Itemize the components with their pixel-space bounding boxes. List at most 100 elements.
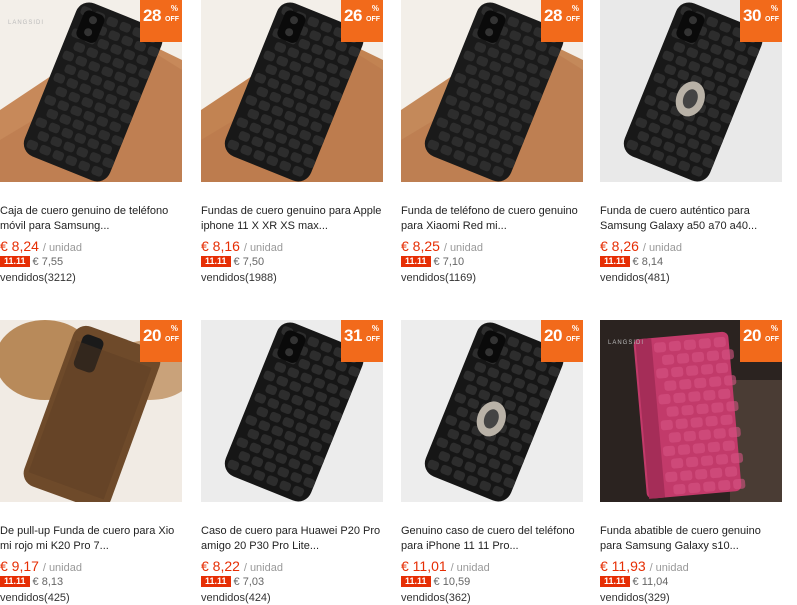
promo-price: € 7,10 [433,256,465,268]
discount-badge: 31% OFF [341,320,383,362]
discount-badge: 28% OFF [140,0,182,42]
promo-tag: 11.11 [0,576,30,587]
discount-value: 28 [143,6,161,25]
promo-price: € 7,55 [32,256,64,268]
unit-label: / unidad [243,562,283,574]
off-label: OFF [566,336,580,343]
promo-tag: 11.11 [201,576,231,587]
percent-symbol: % [770,324,778,333]
product-title-link[interactable]: Funda abatible de cuero genuino para Sam… [600,524,782,554]
price-row: € 11,01 / unidad [401,558,490,576]
discount-value: 28 [544,6,562,25]
product-image[interactable]: 30% OFF [600,0,782,182]
product-image[interactable]: 28% OFF [401,0,583,182]
percent-symbol: % [571,4,579,13]
off-label: OFF [366,336,380,343]
price: € 11,01 [401,558,447,574]
product-image[interactable]: 20% OFF [0,320,182,502]
product-image[interactable]: 31% OFF [201,320,383,502]
sold-count: vendidos(425) [0,592,70,604]
discount-value: 31 [344,326,362,345]
price-row: € 8,22 / unidad [201,558,283,576]
product-title-link[interactable]: Funda de cuero auténtico para Samsung Ga… [600,204,782,234]
discount-badge: 20% OFF [140,320,182,362]
discount-badge: 28% OFF [541,0,583,42]
unit-label: / unidad [243,242,283,254]
price: € 9,17 [0,558,39,574]
promo-tag: 11.11 [600,576,630,587]
percent-symbol: % [770,4,778,13]
promo-price: € 7,50 [233,256,265,268]
promo-row: 11.11 € 7,50 [201,255,264,269]
price-row: € 8,25 / unidad [401,238,483,256]
off-label: OFF [765,336,779,343]
promo-price: € 10,59 [433,576,471,588]
off-label: OFF [566,16,580,23]
product-image[interactable]: LANGSIDI 20% OFF [600,320,782,502]
price-row: € 8,26 / unidad [600,238,682,256]
promo-row: 11.11 € 7,10 [401,255,464,269]
off-label: OFF [366,16,380,23]
promo-tag: 11.11 [600,256,630,267]
product-title-link[interactable]: Fundas de cuero genuino para Apple iphon… [201,204,383,234]
discount-value: 30 [743,6,761,25]
unit-label: / unidad [642,242,682,254]
promo-price: € 11,04 [632,576,669,588]
off-label: OFF [165,16,179,23]
brand-watermark: LANGSIDI [8,20,45,26]
price: € 8,26 [600,238,639,254]
unit-label: / unidad [42,242,82,254]
percent-symbol: % [571,324,579,333]
price-row: € 9,17 / unidad [0,558,82,576]
promo-row: 11.11 € 11,04 [600,575,668,589]
promo-tag: 11.11 [201,256,231,267]
product-image[interactable]: 26% OFF [201,0,383,182]
percent-symbol: % [170,4,178,13]
unit-label: / unidad [450,562,490,574]
off-label: OFF [165,336,179,343]
promo-row: 11.11 € 7,03 [201,575,264,589]
brand-watermark: LANGSIDI [608,340,645,346]
promo-row: 11.11 € 10,59 [401,575,470,589]
product-title-link[interactable]: De pull-up Funda de cuero para Xio mi ro… [0,524,182,554]
off-label: OFF [765,16,779,23]
price-row: € 8,24 / unidad [0,238,82,256]
product-image[interactable]: LANGSIDI 28% OFF [0,0,182,182]
promo-tag: 11.11 [0,256,30,267]
promo-price: € 8,14 [632,256,664,268]
promo-price: € 7,03 [233,576,265,588]
promo-tag: 11.11 [401,256,431,267]
product-title-link[interactable]: Caja de cuero genuino de teléfono móvil … [0,204,182,234]
price-row: € 11,93 / unidad [600,558,689,576]
price: € 8,25 [401,238,440,254]
promo-price: € 8,13 [32,576,64,588]
unit-label: / unidad [649,562,689,574]
product-image[interactable]: 20% OFF [401,320,583,502]
percent-symbol: % [170,324,178,333]
unit-label: / unidad [443,242,483,254]
promo-row: 11.11 € 8,14 [600,255,663,269]
discount-badge: 20% OFF [740,320,782,362]
product-title-link[interactable]: Genuino caso de cuero del teléfono para … [401,524,583,554]
discount-value: 20 [743,326,761,345]
discount-badge: 20% OFF [541,320,583,362]
product-title-link[interactable]: Caso de cuero para Huawei P20 Pro amigo … [201,524,383,554]
sold-count: vendidos(3212) [0,272,76,284]
sold-count: vendidos(329) [600,592,670,604]
percent-symbol: % [371,4,379,13]
discount-value: 20 [544,326,562,345]
sold-count: vendidos(1988) [201,272,277,284]
unit-label: / unidad [42,562,82,574]
sold-count: vendidos(362) [401,592,471,604]
promo-row: 11.11 € 8,13 [0,575,63,589]
product-grid: LANGSIDI 28% OFF Caja de cuero genuino de t… [0,0,797,604]
product-title-link[interactable]: Funda de teléfono de cuero genuino para … [401,204,583,234]
promo-row: 11.11 € 7,55 [0,255,63,269]
price: € 11,93 [600,558,646,574]
discount-value: 26 [344,6,362,25]
price: € 8,16 [201,238,240,254]
sold-count: vendidos(1169) [401,272,477,284]
discount-badge: 26% OFF [341,0,383,42]
promo-tag: 11.11 [401,576,431,587]
price-row: € 8,16 / unidad [201,238,283,256]
